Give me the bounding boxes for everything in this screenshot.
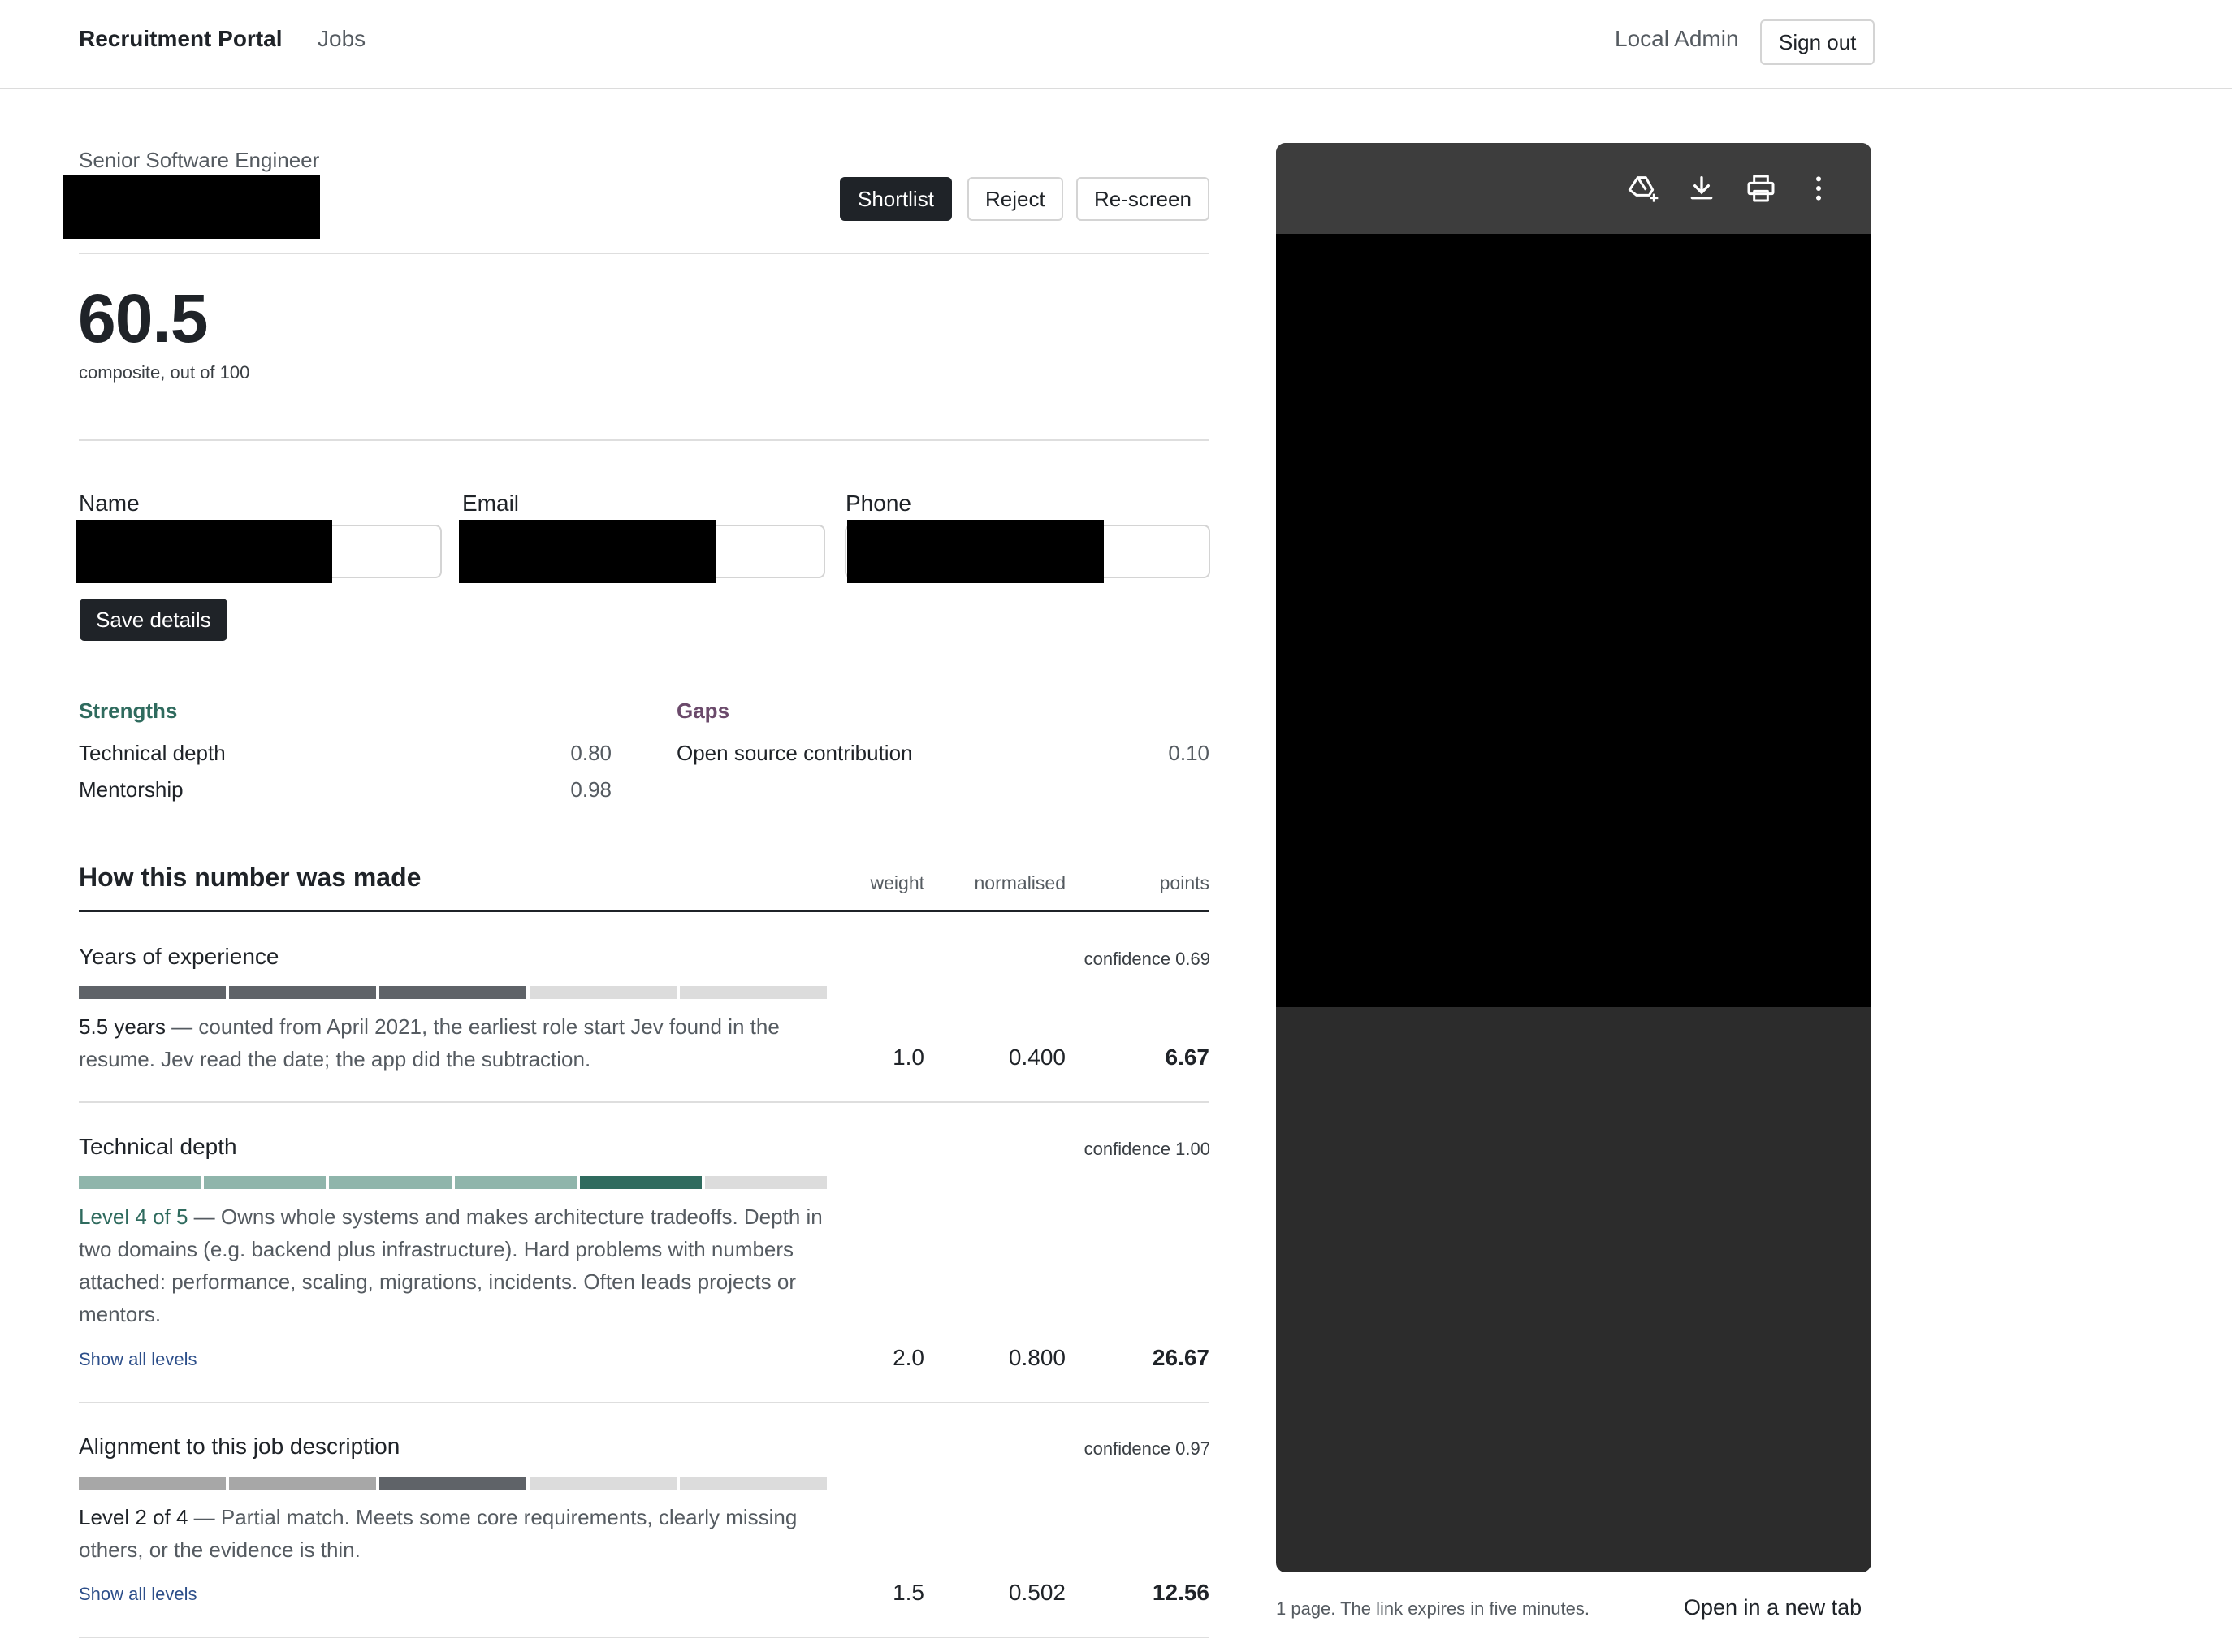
save-details-button[interactable]: Save details (80, 599, 227, 641)
strength-label: Technical depth (79, 741, 226, 765)
divider (79, 439, 1209, 441)
show-all-levels-link[interactable]: Show all levels (79, 1349, 197, 1370)
criterion-points: 6.67 (1165, 1044, 1210, 1070)
criterion-description: 5.5 years — counted from April 2021, the… (79, 1010, 838, 1075)
show-all-levels-link[interactable]: Show all levels (79, 1584, 197, 1605)
criterion-weight: 2.0 (893, 1345, 924, 1370)
level-segment (680, 986, 827, 999)
criterion-confidence: confidence 0.69 (1084, 949, 1210, 969)
divider (79, 1637, 1209, 1638)
breakdown-header-rule (79, 910, 1209, 912)
divider (79, 1101, 1209, 1103)
criterion-confidence: confidence 1.00 (1084, 1139, 1210, 1159)
gap-label: Open source contribution (677, 741, 913, 765)
divider (79, 1402, 1209, 1403)
more-vert-icon[interactable] (1802, 172, 1835, 205)
criterion-points: 26.67 (1152, 1345, 1209, 1370)
criterion-lead: 5.5 years (79, 1014, 166, 1039)
download-icon[interactable] (1685, 172, 1718, 205)
viewer-note: 1 page. The link expires in five minutes… (1276, 1598, 1590, 1619)
rescreen-button[interactable]: Re-screen (1076, 177, 1209, 221)
level-segment (379, 1477, 526, 1490)
criterion-text: — counted from April 2021, the earliest … (79, 1014, 780, 1071)
criterion-points: 12.56 (1152, 1580, 1209, 1605)
criterion-normalised: 0.800 (1008, 1345, 1066, 1370)
redacted-email-value (459, 520, 716, 583)
gap-value: 0.10 (1168, 741, 1209, 765)
criterion-lead: Level 4 of 5 (79, 1204, 188, 1229)
level-segment (454, 1176, 577, 1189)
level-segment (79, 986, 226, 999)
level-segment (79, 1477, 226, 1490)
name-label: Name (79, 491, 140, 516)
criterion-level-bar (79, 986, 827, 999)
criterion-weight: 1.5 (893, 1580, 924, 1605)
level-segment (229, 986, 376, 999)
criterion-title: Years of experience (79, 944, 279, 969)
add-to-drive-icon[interactable] (1627, 172, 1659, 205)
criterion-level-bar (79, 1176, 828, 1189)
strength-value: 0.98 (570, 777, 612, 802)
strength-value: 0.80 (570, 741, 612, 765)
composite-score-caption: composite, out of 100 (79, 362, 250, 383)
current-user: Local Admin (1615, 26, 1739, 51)
column-header-points: points (1159, 872, 1209, 893)
redacted-candidate-name (63, 175, 320, 239)
criterion-title: Technical depth (79, 1134, 237, 1159)
open-in-new-tab-link[interactable]: Open in a new tab (1684, 1595, 1862, 1620)
criterion-description: Level 4 of 5 — Owns whole systems and ma… (79, 1200, 838, 1330)
column-header-normalised: normalised (974, 872, 1066, 893)
nav-jobs-link[interactable]: Jobs (318, 26, 366, 52)
resume-viewer[interactable] (1276, 143, 1871, 1572)
criterion-normalised: 0.502 (1008, 1580, 1066, 1605)
level-segment (530, 986, 677, 999)
level-segment (379, 986, 526, 999)
sign-out-button[interactable]: Sign out (1760, 19, 1875, 65)
level-segment (680, 1477, 827, 1490)
brand-title: Recruitment Portal (79, 26, 283, 51)
redacted-name-value (76, 520, 332, 583)
top-nav: Recruitment Portal Jobs Local Admin Sign… (0, 0, 2232, 89)
breakdown-title: How this number was made (79, 863, 422, 892)
email-label: Email (462, 491, 520, 516)
criterion-weight: 1.0 (893, 1044, 924, 1070)
gaps-heading: Gaps (677, 698, 730, 723)
composite-score: 60.5 (78, 280, 208, 357)
strengths-heading: Strengths (79, 698, 178, 723)
redacted-resume-page (1276, 234, 1871, 1007)
level-segment (530, 1477, 677, 1490)
redacted-phone-value (847, 520, 1104, 583)
print-icon[interactable] (1745, 172, 1777, 205)
shortlist-button[interactable]: Shortlist (840, 177, 952, 221)
level-segment (329, 1176, 452, 1189)
criterion-normalised: 0.400 (1008, 1044, 1066, 1070)
strength-label: Mentorship (79, 777, 184, 802)
viewer-toolbar (1276, 143, 1871, 234)
level-segment (704, 1176, 828, 1189)
level-segment (204, 1176, 327, 1189)
level-segment (229, 1477, 376, 1490)
phone-label: Phone (846, 491, 911, 516)
criterion-description: Level 2 of 4 — Partial match. Meets some… (79, 1501, 838, 1566)
job-title: Senior Software Engineer (79, 148, 320, 172)
divider (79, 253, 1209, 254)
level-segment (79, 1176, 201, 1189)
criterion-level-bar (79, 1477, 827, 1490)
column-header-weight: weight (870, 872, 924, 893)
reject-button[interactable]: Reject (967, 177, 1063, 221)
criterion-confidence: confidence 0.97 (1084, 1438, 1210, 1459)
criterion-text: — Owns whole systems and makes architect… (79, 1204, 823, 1326)
criterion-lead: Level 2 of 4 (79, 1505, 188, 1529)
level-segment (579, 1176, 702, 1189)
criterion-title: Alignment to this job description (79, 1434, 400, 1459)
